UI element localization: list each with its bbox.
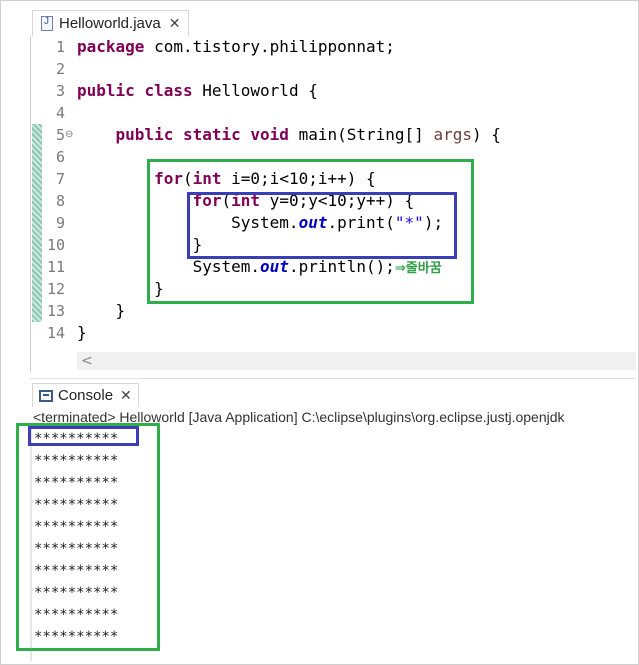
code-token: main(String[] bbox=[288, 125, 434, 144]
line-number: 12 bbox=[46, 280, 65, 298]
code-token: Helloworld { bbox=[192, 81, 318, 100]
close-icon[interactable]: ✕ bbox=[169, 15, 181, 32]
first-row-highlight-box bbox=[28, 426, 139, 446]
code-text: package com.tistory.philipponnat; bbox=[77, 36, 395, 58]
code-line[interactable]: 5 ⊖ public static void main(String[] args… bbox=[31, 124, 636, 146]
code-token: void bbox=[250, 125, 289, 144]
code-line[interactable]: 3 public class Helloworld { bbox=[31, 80, 636, 102]
code-token: public bbox=[115, 125, 174, 144]
code-text: } bbox=[77, 300, 126, 322]
code-token: public bbox=[77, 81, 135, 100]
line-number: 14 bbox=[46, 324, 65, 342]
line-number: 5 bbox=[55, 126, 65, 144]
editor-tab-helloworld[interactable]: Helloworld.java ✕ bbox=[32, 10, 190, 36]
line-number: 6 bbox=[55, 148, 65, 166]
code-token: } bbox=[77, 301, 126, 320]
code-line[interactable]: 4 bbox=[31, 102, 636, 124]
close-icon[interactable]: ✕ bbox=[120, 387, 132, 404]
line-number: 3 bbox=[55, 82, 65, 100]
tab-console[interactable]: Console ✕ bbox=[32, 383, 139, 407]
code-line[interactable]: 14} bbox=[31, 322, 636, 344]
fold-toggle-icon[interactable]: ⊖ bbox=[65, 129, 73, 140]
scroll-left-arrow-icon[interactable]: < bbox=[81, 352, 93, 370]
code-token: com.tistory.philipponnat; bbox=[144, 37, 395, 56]
code-token: static bbox=[182, 125, 241, 144]
console-tab-bar: Console ✕ bbox=[30, 378, 635, 407]
console-icon bbox=[39, 389, 53, 402]
line-number: 13 bbox=[46, 302, 65, 320]
java-file-icon bbox=[41, 16, 53, 31]
line-number: 1 bbox=[55, 38, 65, 56]
line-number: 4 bbox=[55, 104, 65, 122]
editor-tab-bar: Helloworld.java ✕ bbox=[30, 8, 635, 36]
horizontal-scrollbar[interactable]: < bbox=[77, 352, 636, 370]
code-line[interactable]: 1 package com.tistory.philipponnat; bbox=[31, 36, 636, 58]
inner-loop-highlight-box bbox=[187, 192, 457, 259]
line-number: 7 bbox=[55, 170, 65, 188]
code-line[interactable]: 2 bbox=[31, 58, 636, 80]
line-number: 2 bbox=[55, 60, 65, 78]
editor-tab-label: Helloworld.java bbox=[59, 15, 161, 32]
code-text: } bbox=[77, 322, 87, 344]
code-text: public class Helloworld { bbox=[77, 80, 318, 102]
code-token: ) { bbox=[471, 125, 501, 144]
console-tab-label: Console bbox=[58, 387, 114, 404]
code-token: class bbox=[144, 81, 193, 100]
code-token: args bbox=[433, 125, 472, 144]
code-token: } bbox=[77, 323, 87, 342]
code-token: package bbox=[77, 37, 145, 56]
line-number: 10 bbox=[46, 236, 65, 254]
output-block-highlight-box bbox=[16, 423, 160, 651]
code-text: public static void main(String[] args) { bbox=[77, 124, 501, 146]
line-number: 8 bbox=[55, 192, 65, 210]
line-number: 11 bbox=[46, 258, 65, 276]
line-number: 9 bbox=[55, 214, 65, 232]
